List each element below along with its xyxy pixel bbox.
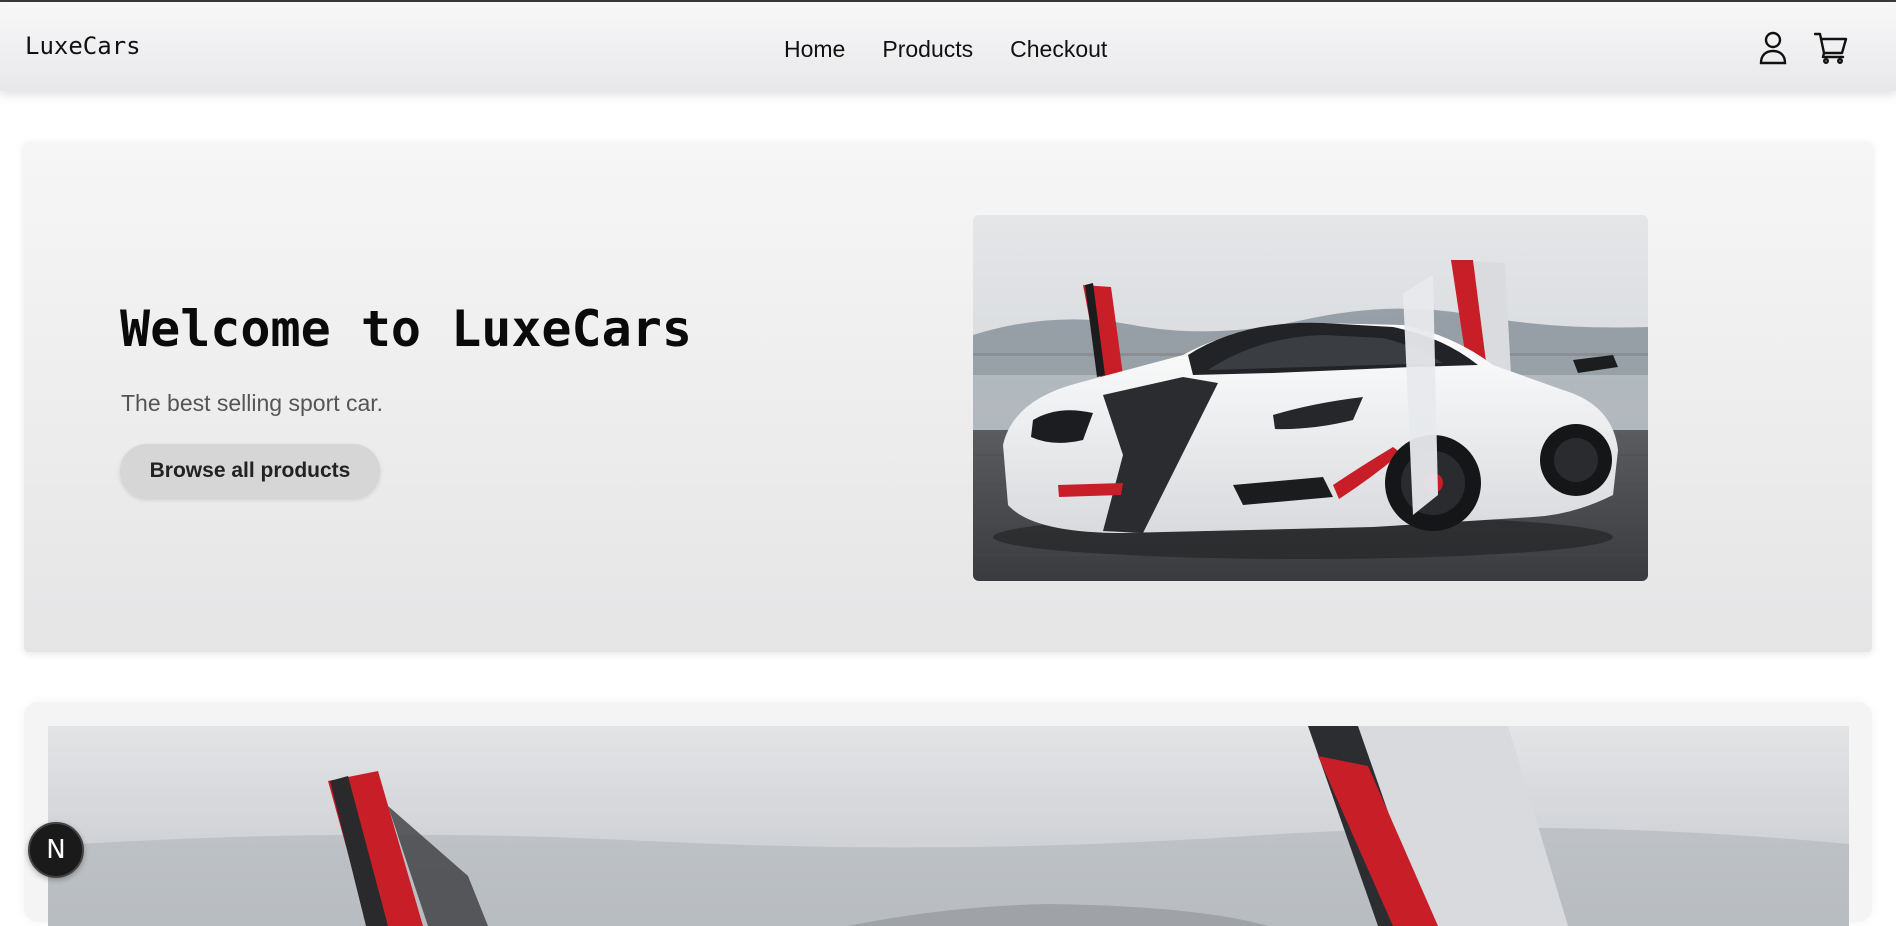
dev-tools-badge[interactable]: N [28, 822, 84, 878]
nav-link-home[interactable]: Home [784, 36, 845, 63]
navbar: LuxeCars Home Products Checkout [0, 2, 1896, 91]
hero-car-image [973, 215, 1648, 581]
nav-link-products[interactable]: Products [882, 36, 973, 63]
hero-section: Welcome to LuxeCars The best selling spo… [24, 142, 1872, 652]
browse-products-button[interactable]: Browse all products [120, 444, 380, 498]
nav-link-checkout[interactable]: Checkout [1010, 36, 1107, 63]
hero-subtitle: The best selling sport car. [121, 390, 384, 416]
hero-title: Welcome to LuxeCars [120, 300, 692, 358]
user-icon[interactable] [1756, 30, 1790, 66]
banner-car-image [48, 726, 1849, 926]
nav-icons [1756, 30, 1848, 66]
nav-links: Home Products Checkout [784, 36, 1107, 63]
brand-logo[interactable]: LuxeCars [25, 32, 141, 60]
cart-icon[interactable] [1814, 30, 1848, 66]
